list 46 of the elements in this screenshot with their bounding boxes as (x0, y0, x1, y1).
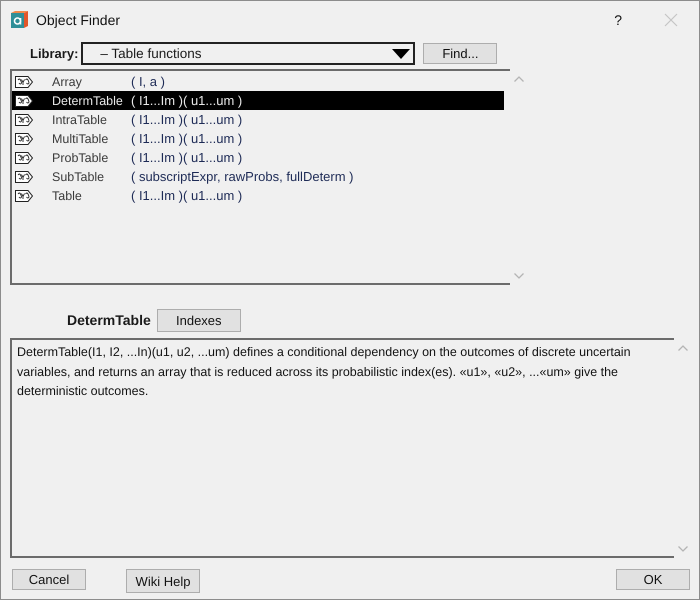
function-list-item[interactable]: Array ( I, a ) (12, 72, 504, 91)
function-list-item[interactable]: DetermTable ( I1...Im )( u1...um ) (12, 91, 504, 110)
function-list-item[interactable]: ProbTable ( I1...Im )( u1...um ) (12, 148, 504, 167)
function-name: DetermTable (52, 94, 124, 108)
function-name: IntraTable (52, 112, 108, 126)
function-name: MultiTable (52, 132, 110, 146)
selected-function-name: DetermTable (67, 312, 151, 328)
function-tag-icon (15, 94, 33, 106)
window-title: Object Finder (36, 12, 120, 28)
function-tag-icon (15, 76, 33, 88)
description-text: DetermTable(I1, I2, ...In)(u1, u2, ...um) defines a conditional dependency on the outcomes of discrete uncertain variables, and returns an array that is reduced across its probabilistic index(es). «u1», «u2», ...«um» give the deterministic outcomes. (17, 344, 632, 400)
function-name: Array (52, 74, 83, 88)
caret-down-icon (392, 48, 410, 58)
library-label: Library: (30, 46, 78, 61)
scroll-down-icon[interactable] (514, 273, 524, 279)
scroll-down-icon[interactable] (678, 546, 688, 552)
function-params: ( I1...Im )( u1...um ) (131, 131, 242, 146)
dialog-button[interactable]: OK (616, 569, 690, 590)
library-dropdown[interactable]: – Table functions (81, 42, 416, 65)
function-list-item[interactable]: SubTable ( subscriptExpr, rawProbs, fullDeterm ) (12, 167, 504, 186)
scroll-up-icon[interactable] (678, 345, 688, 351)
function-params: ( I1...Im )( u1...um ) (131, 188, 242, 203)
scroll-up-icon[interactable] (514, 76, 524, 82)
function-params: ( subscriptExpr, rawProbs, fullDeterm ) (131, 169, 354, 184)
close-icon[interactable] (664, 12, 678, 26)
dialog-button[interactable]: Cancel (12, 569, 86, 590)
find-button[interactable]: Find... (423, 43, 498, 64)
help-button[interactable]: ? (610, 12, 626, 28)
function-params: ( I1...Im )( u1...um ) (131, 150, 242, 165)
app-logo-icon (11, 11, 28, 28)
function-list-item[interactable]: MultiTable ( I1...Im )( u1...um ) (12, 129, 504, 148)
function-params: ( I1...Im )( u1...um ) (131, 93, 242, 108)
function-tag-icon (15, 152, 33, 164)
function-name: SubTable (52, 170, 106, 184)
function-params: ( I1...Im )( u1...um ) (131, 112, 242, 127)
function-params: ( I, a ) (131, 74, 165, 89)
function-name: Table (52, 188, 83, 202)
indexes-button[interactable]: Indexes (156, 308, 241, 332)
function-tag-icon (15, 190, 33, 202)
function-tag-icon (15, 114, 33, 126)
dialog-button[interactable]: Wiki Help (126, 569, 200, 593)
function-tag-icon (15, 170, 33, 182)
function-list-item[interactable]: Table ( I1...Im )( u1...um ) (12, 186, 504, 205)
function-list-item[interactable]: IntraTable ( I1...Im )( u1...um ) (12, 110, 504, 129)
function-tag-icon (15, 132, 33, 144)
function-name: ProbTable (52, 150, 110, 164)
